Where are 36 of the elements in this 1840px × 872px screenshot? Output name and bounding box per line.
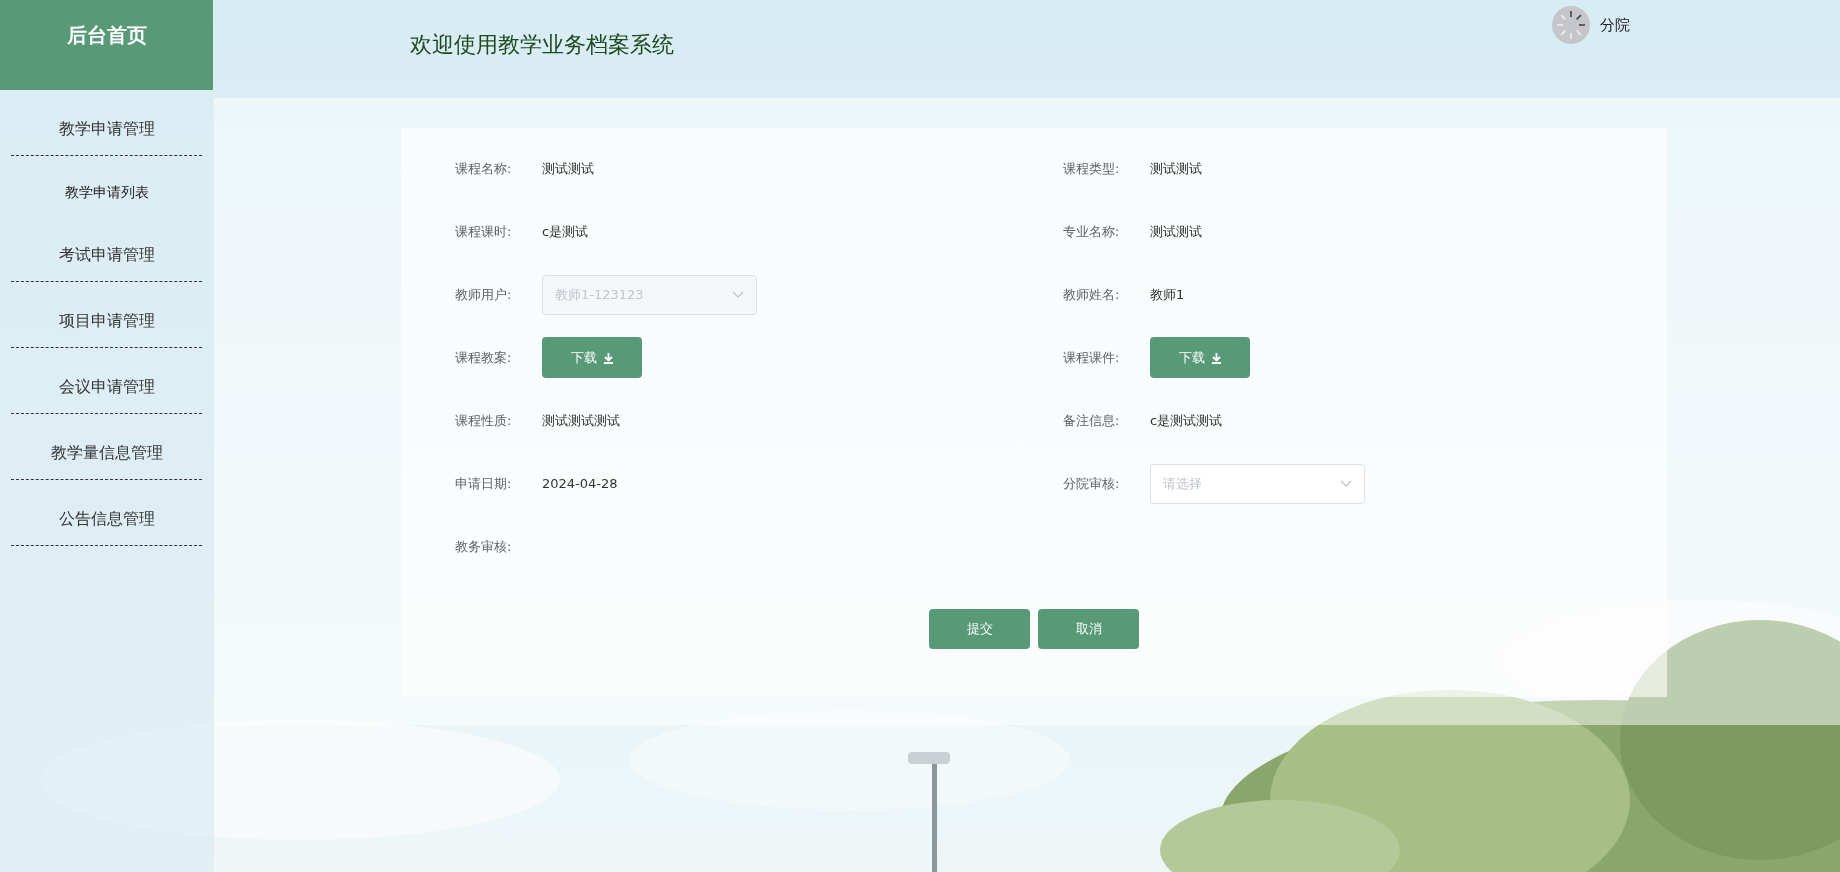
field-label: 课程性质: bbox=[455, 411, 513, 430]
sidebar-item[interactable]: 项目申请管理 bbox=[58, 308, 155, 333]
field-value: 测试测试 bbox=[1150, 159, 1202, 178]
field-label: 教师姓名: bbox=[1063, 285, 1121, 304]
field-value: 测试测试 bbox=[1150, 222, 1202, 241]
field-label: 教师用户: bbox=[455, 285, 513, 304]
field-label: 课程名称: bbox=[455, 159, 513, 178]
chevron-down-icon bbox=[1340, 479, 1352, 488]
chevron-down-icon bbox=[732, 290, 744, 299]
spinner-icon bbox=[1552, 6, 1590, 44]
sidebar-item[interactable]: 会议申请管理 bbox=[58, 374, 155, 399]
field-label: 备注信息: bbox=[1063, 411, 1121, 430]
download-icon bbox=[1210, 351, 1222, 364]
field-label: 课程课时: bbox=[455, 222, 513, 241]
field-label: 课程教案: bbox=[455, 348, 513, 367]
sidebar-item[interactable]: 考试申请管理 bbox=[58, 242, 155, 267]
field-value: 测试测试 bbox=[542, 159, 594, 178]
sidebar-item[interactable]: 公告信息管理 bbox=[58, 506, 155, 531]
field-label: 教务审核: bbox=[455, 537, 513, 556]
sidebar-item[interactable]: 教学量信息管理 bbox=[50, 440, 163, 465]
field-label: 分院审核: bbox=[1063, 474, 1121, 493]
download-icon bbox=[602, 351, 614, 364]
field-value: 教师1 bbox=[1150, 285, 1185, 304]
field-value: 2024-04-28 bbox=[542, 474, 618, 493]
field-label: 专业名称: bbox=[1063, 222, 1121, 241]
field-value: c是测试 bbox=[542, 222, 589, 241]
field-value: c是测试测试 bbox=[1150, 411, 1223, 430]
sidebar-item[interactable]: 教学申请管理 bbox=[58, 116, 155, 141]
field-label: 课程课件: bbox=[1063, 348, 1121, 367]
select-placeholder: 请选择 bbox=[1163, 474, 1202, 493]
field-value: 测试测试测试 bbox=[542, 411, 620, 430]
field-label: 申请日期: bbox=[455, 474, 513, 493]
user-name: 分院 bbox=[1600, 14, 1630, 36]
sidebar-subitem[interactable]: 教学申请列表 bbox=[64, 181, 149, 203]
page-title: 欢迎使用教学业务档案系统 bbox=[410, 31, 674, 59]
field-label: 课程类型: bbox=[1063, 159, 1121, 178]
